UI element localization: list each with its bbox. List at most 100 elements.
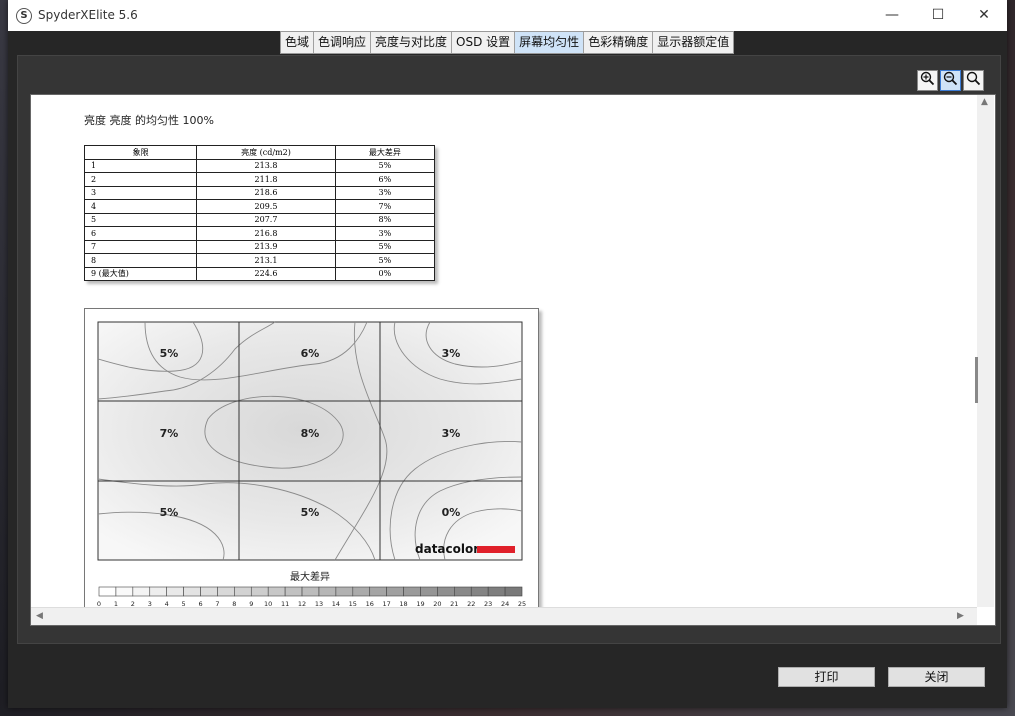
cell-quadrant: 6 bbox=[83, 226, 198, 241]
tab-osd-settings[interactable]: OSD 设置 bbox=[452, 32, 516, 53]
cell-luminance: 213.1 bbox=[196, 253, 336, 268]
tab-tone-response[interactable]: 色调响应 bbox=[314, 32, 372, 53]
cell-quadrant: 4 bbox=[83, 199, 198, 214]
cell-diff: 3% bbox=[334, 226, 436, 241]
cell-diff: 6% bbox=[334, 172, 436, 187]
grid-cell-value: 5% bbox=[160, 347, 179, 360]
scale-segment bbox=[115, 586, 134, 597]
cell-quadrant: 1 bbox=[83, 158, 198, 173]
scale-segment bbox=[217, 586, 235, 597]
scale-segment bbox=[470, 586, 489, 597]
cell-luminance: 213.9 bbox=[196, 239, 336, 254]
table-row: 1 213.8 5% bbox=[83, 158, 436, 173]
scale-segment bbox=[487, 586, 506, 597]
spyder-logo-icon: S bbox=[16, 8, 32, 24]
cell-luminance: 218.6 bbox=[196, 185, 336, 200]
cell-diff: 0% bbox=[334, 266, 436, 281]
grid-cell-value: 0% bbox=[442, 506, 461, 519]
scale-segment bbox=[437, 586, 455, 597]
print-button[interactable]: 打印 bbox=[778, 667, 875, 687]
zoom-in-icon[interactable] bbox=[917, 70, 938, 91]
scale-segment bbox=[166, 586, 184, 597]
scale-segment bbox=[420, 586, 438, 597]
tab-brightness-contrast[interactable]: 亮度与对比度 bbox=[371, 32, 453, 53]
scale-segment bbox=[284, 586, 303, 597]
scale-segment bbox=[504, 586, 523, 597]
tab-color-accuracy[interactable]: 色彩精确度 bbox=[584, 32, 654, 53]
cell-quadrant: 2 bbox=[83, 172, 198, 187]
cell-diff: 5% bbox=[334, 158, 436, 173]
cell-quadrant: 7 bbox=[83, 239, 198, 254]
header-luminance: 亮度 (cd/m2) bbox=[196, 145, 336, 160]
cell-diff: 5% bbox=[334, 239, 436, 254]
uniformity-map: 5% 6% 3% 7% 8% 3% 5% 5% 0% datacolor 最大差… bbox=[97, 321, 526, 608]
table-row: 9 (最大值) 224.6 0% bbox=[83, 266, 436, 281]
table-row: 6 216.8 3% bbox=[83, 226, 436, 241]
cell-diff: 7% bbox=[334, 199, 436, 214]
tab-display-rating[interactable]: 显示器额定值 bbox=[653, 32, 734, 53]
cell-luminance: 216.8 bbox=[196, 226, 336, 241]
cell-luminance: 211.8 bbox=[196, 172, 336, 187]
cell-quadrant: 5 bbox=[83, 212, 198, 227]
cell-luminance: 207.7 bbox=[196, 212, 336, 227]
grid-cell-value: 5% bbox=[160, 506, 179, 519]
scroll-up-icon[interactable]: ▲ bbox=[981, 97, 988, 107]
header-max-difference: 最大差异 bbox=[334, 145, 436, 160]
scale-segment bbox=[267, 586, 286, 597]
grid-cell-value: 3% bbox=[442, 427, 461, 440]
grid-cell-value: 8% bbox=[301, 427, 320, 440]
close-button[interactable]: 关闭 bbox=[888, 667, 985, 687]
zoom-fit-icon[interactable] bbox=[963, 70, 984, 91]
uniformity-map-panel: 5% 6% 3% 7% 8% 3% 5% 5% 0% datacolor 最大差… bbox=[84, 308, 539, 625]
cell-luminance: 224.6 bbox=[196, 266, 336, 281]
grid-cell-value: 3% bbox=[442, 347, 461, 360]
scale-segment bbox=[149, 586, 167, 597]
scale-label: 最大差异 bbox=[290, 570, 330, 583]
scale-segment bbox=[352, 586, 371, 597]
horizontal-scrollbar[interactable]: ◀ ▶ bbox=[31, 607, 977, 625]
zoom-out-icon[interactable] bbox=[940, 70, 961, 91]
minimize-button[interactable]: — bbox=[869, 0, 915, 31]
scale-segment bbox=[234, 586, 252, 597]
scroll-right-icon[interactable]: ▶ bbox=[957, 611, 964, 621]
table-row: 2 211.8 6% bbox=[83, 172, 436, 187]
cell-quadrant: 8 bbox=[83, 253, 198, 268]
uniformity-table: 象限 亮度 (cd/m2) 最大差异 1 213.8 5% 2 211.8 6% 3 21… bbox=[83, 145, 436, 281]
scale-segment bbox=[403, 586, 421, 597]
cell-diff: 5% bbox=[334, 253, 436, 268]
cell-diff: 3% bbox=[334, 185, 436, 200]
table-row: 4 209.5 7% bbox=[83, 199, 436, 214]
tab-screen-uniformity[interactable]: 屏幕均匀性 bbox=[515, 32, 585, 53]
report-title: 亮度 亮度 的均匀性 100% bbox=[84, 114, 214, 127]
maximize-button[interactable]: ☐ bbox=[915, 0, 961, 31]
scale-segment bbox=[98, 586, 117, 597]
cell-quadrant: 9 (最大值) bbox=[83, 266, 198, 281]
tab-gamut[interactable]: 色域 bbox=[281, 32, 315, 53]
scale-segment bbox=[301, 586, 320, 597]
window-title: SpyderXElite 5.6 bbox=[38, 8, 138, 22]
cell-diff: 8% bbox=[334, 212, 436, 227]
vertical-scroll-thumb[interactable] bbox=[975, 357, 978, 403]
table-row: 7 213.9 5% bbox=[83, 239, 436, 254]
title-bar: S SpyderXElite 5.6 — ☐ ✕ bbox=[8, 0, 1007, 31]
table-row: 5 207.7 8% bbox=[83, 212, 436, 227]
tab-bar: 色域 色调响应 亮度与对比度 OSD 设置 屏幕均匀性 色彩精确度 显示器额定值 bbox=[280, 31, 735, 54]
scale-segment bbox=[183, 586, 201, 597]
scale-segment bbox=[386, 586, 404, 597]
report-viewer[interactable]: 亮度 亮度 的均匀性 100% 象限 亮度 (cd/m2) 最大差异 1 213.… bbox=[30, 94, 996, 626]
cell-luminance: 209.5 bbox=[196, 199, 336, 214]
scale-segment bbox=[132, 586, 151, 597]
scale-segment bbox=[335, 586, 354, 597]
scroll-left-icon[interactable]: ◀ bbox=[36, 611, 43, 621]
difference-scale-bar: 0 1 2 3 4 5 6 7 8 9 10 11 12 13 14 15 16 17 18 19 20 21 22 23 24… bbox=[97, 586, 526, 608]
grid-cell-value: 6% bbox=[301, 347, 320, 360]
app-window: S SpyderXElite 5.6 — ☐ ✕ 色域 色调响应 亮度与对比度 … bbox=[8, 0, 1007, 708]
close-window-button[interactable]: ✕ bbox=[961, 0, 1007, 31]
vertical-scrollbar[interactable]: ▲ bbox=[977, 95, 994, 607]
scale-segment bbox=[369, 586, 387, 597]
scale-segment bbox=[200, 586, 218, 597]
datacolor-logo: datacolor bbox=[415, 542, 479, 556]
table-row: 3 218.6 3% bbox=[83, 185, 436, 200]
header-quadrant: 象限 bbox=[83, 145, 198, 160]
scale-segment bbox=[250, 586, 269, 597]
